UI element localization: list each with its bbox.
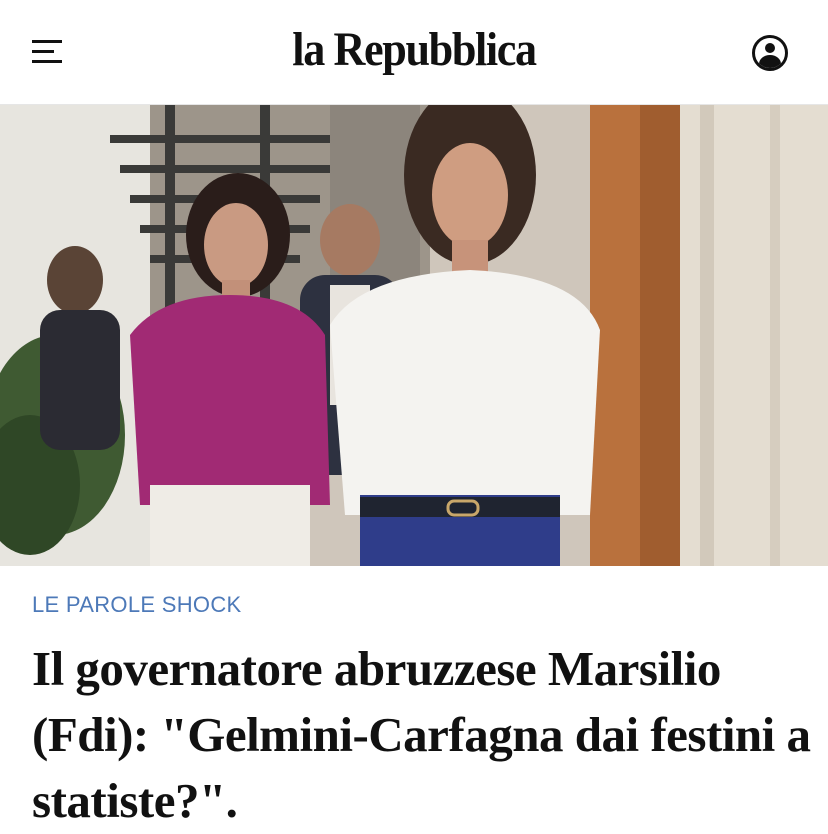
user-account-icon[interactable] (752, 35, 788, 71)
top-bar: la Repubblica (0, 0, 828, 105)
user-icon-head (765, 43, 775, 53)
hero-photo[interactable] (0, 105, 828, 566)
article-kicker[interactable]: LE PAROLE SHOCK (32, 592, 242, 618)
hero-photo-illustration (0, 105, 828, 566)
article-headline[interactable]: Il governatore abruzzese Marsilio (Fdi):… (32, 636, 812, 834)
user-icon-body (759, 55, 781, 68)
site-logo[interactable]: la Repubblica (33, 22, 795, 77)
